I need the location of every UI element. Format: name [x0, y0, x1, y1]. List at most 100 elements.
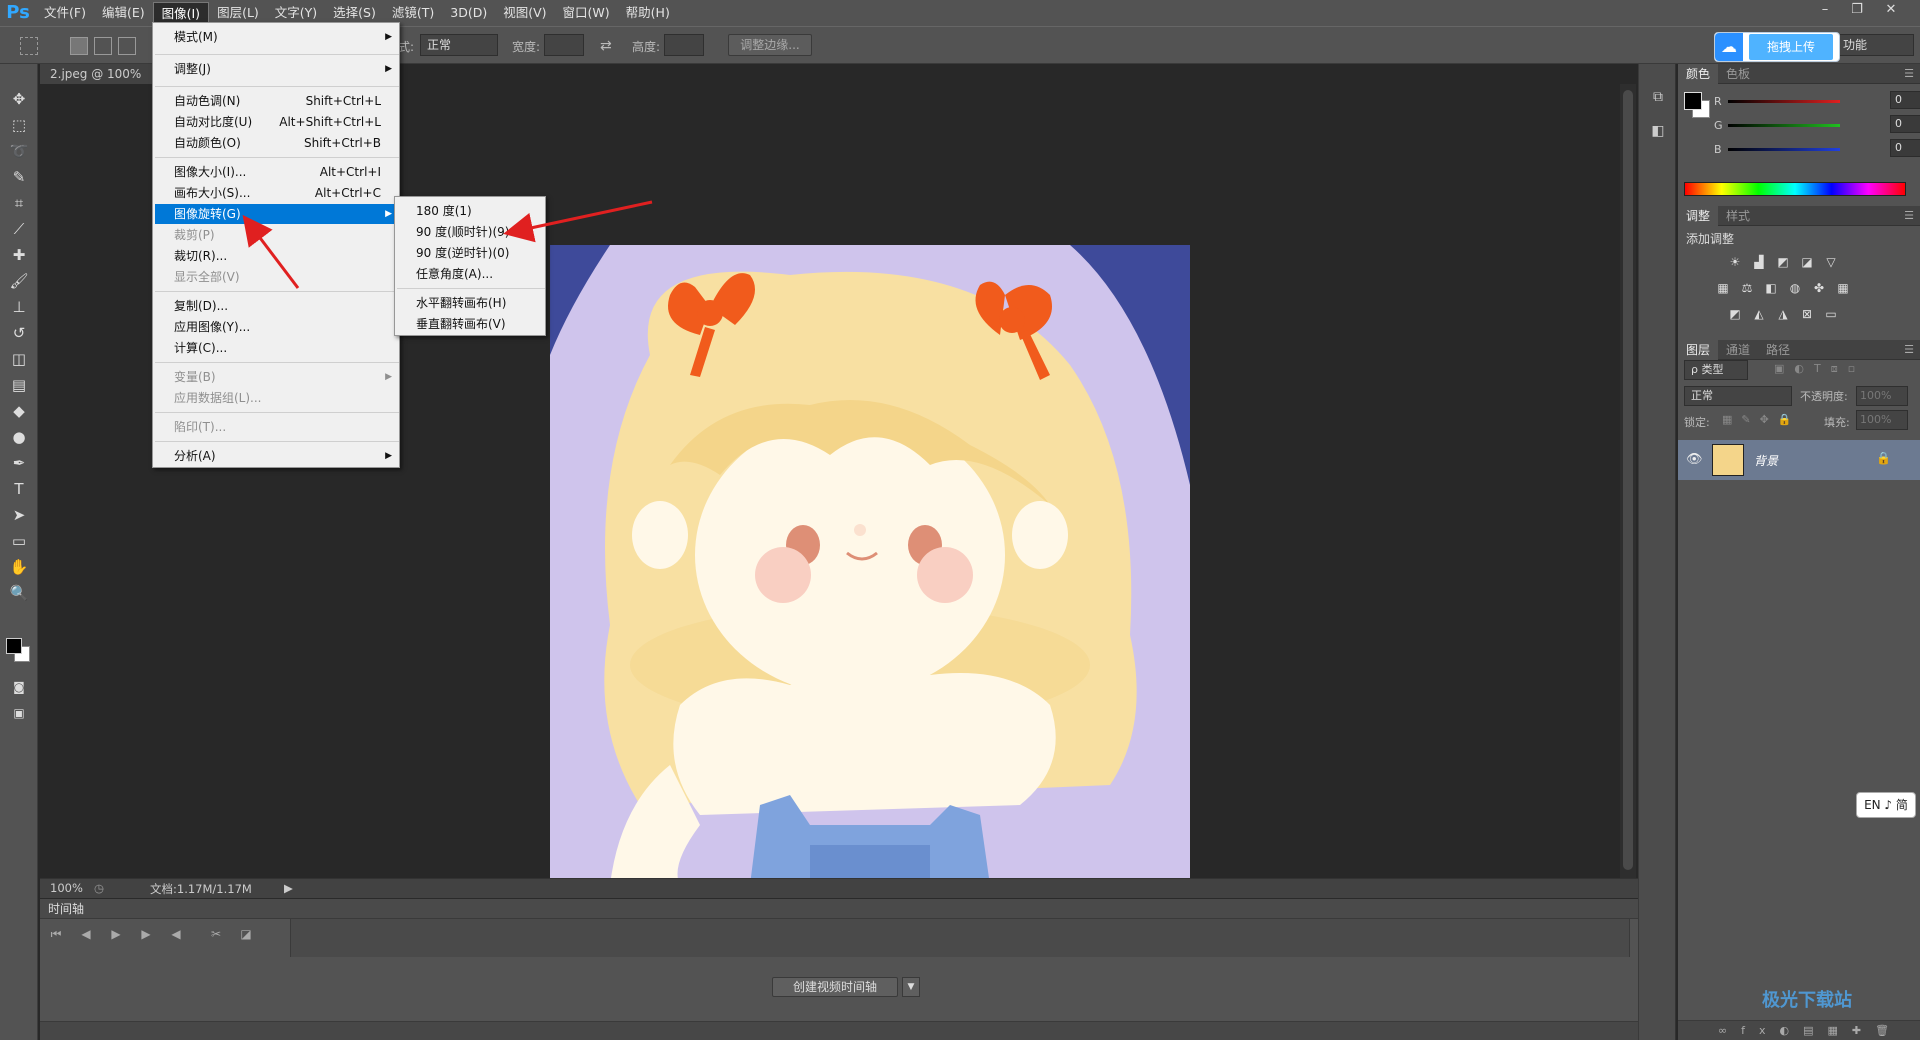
posterize-icon[interactable]: ◭	[1750, 306, 1768, 322]
visibility-eye-icon[interactable]: 👁	[1686, 452, 1703, 467]
refine-edge-button[interactable]: 调整边缘...	[728, 34, 812, 56]
layer-name[interactable]: 背景	[1754, 452, 1778, 469]
image-menu-item[interactable]: 计算(C)...	[155, 338, 399, 358]
red-track[interactable]	[1728, 99, 1840, 103]
split-icon[interactable]: ✂	[206, 925, 226, 943]
layer-filter-icons[interactable]: ▣◐T⧈▫	[1774, 362, 1865, 376]
blend-mode-select[interactable]: 正常	[1684, 386, 1792, 406]
tab-adjustments[interactable]: 调整	[1678, 206, 1719, 226]
menu-filter[interactable]: 滤镜(T)	[384, 2, 442, 24]
menu-select[interactable]: 选择(S)	[325, 2, 384, 24]
crop-tool-icon[interactable]: ⌗	[7, 192, 31, 214]
dodge-tool-icon[interactable]: ●	[7, 426, 31, 448]
eraser-tool-icon[interactable]: ◫	[7, 348, 31, 370]
rotate-menu-item[interactable]: 垂直翻转画布(V)	[397, 314, 545, 334]
screen-mode-icon[interactable]: ▣	[7, 702, 31, 724]
brush-tool-icon[interactable]: 🖌	[7, 270, 31, 292]
swap-icon[interactable]: ⇄	[600, 38, 612, 54]
width-input[interactable]	[544, 34, 584, 56]
menu-file[interactable]: 文件(F)	[36, 2, 94, 24]
gradient-map-icon[interactable]: ▭	[1822, 306, 1840, 322]
history-panel-icon[interactable]: ⧉	[1647, 86, 1669, 108]
image-menu-item[interactable]: 自动颜色(O) Shift+Ctrl+B	[155, 133, 399, 153]
clone-stamp-tool-icon[interactable]: ⊥	[7, 296, 31, 318]
minimize-button[interactable]: –	[1812, 0, 1838, 20]
quick-mask-icon[interactable]: ◙	[7, 676, 31, 698]
hand-tool-icon[interactable]: ✋	[7, 556, 31, 578]
path-select-tool-icon[interactable]: ➤	[7, 504, 31, 526]
rotate-menu-item[interactable]: 任意角度(A)...	[397, 264, 545, 284]
pen-tool-icon[interactable]: ✒	[7, 452, 31, 474]
image-menu-item[interactable]: 图像大小(I)... Alt+Ctrl+I	[155, 162, 399, 182]
channel-mixer-icon[interactable]: ✤	[1810, 280, 1828, 296]
subtract-selection-icon[interactable]	[118, 37, 136, 55]
properties-panel-icon[interactable]: ◧	[1647, 120, 1669, 142]
create-video-timeline-button[interactable]: 创建视频时间轴	[772, 977, 898, 997]
image-menu-item[interactable]: 自动色调(N) Shift+Ctrl+L	[155, 91, 399, 111]
audio-icon[interactable]: ◀	[166, 925, 186, 943]
invert-icon[interactable]: ◩	[1726, 306, 1744, 322]
image-menu-item[interactable]: 复制(D)...	[155, 296, 399, 316]
zoom-level[interactable]: 100%	[50, 881, 83, 895]
tab-styles[interactable]: 样式	[1718, 206, 1758, 226]
marquee-tool-icon[interactable]: ⬚	[7, 114, 31, 136]
adjust-panel-menu-icon[interactable]: ☰	[1904, 206, 1914, 226]
zoom-tool-icon[interactable]: 🔍	[7, 582, 31, 604]
menu-3d[interactable]: 3D(D)	[442, 2, 495, 24]
rotate-menu-item[interactable]: 180 度(1)	[397, 201, 545, 221]
close-button[interactable]: ✕	[1878, 0, 1904, 20]
canvas-scrollbar[interactable]	[1620, 84, 1636, 878]
rectangle-tool-icon[interactable]: ▭	[7, 530, 31, 552]
color-panel-foreground-swatch[interactable]	[1684, 92, 1702, 110]
gradient-tool-icon[interactable]: ▤	[7, 374, 31, 396]
foreground-color-swatch[interactable]	[6, 638, 22, 654]
color-panel-menu-icon[interactable]: ☰	[1904, 64, 1914, 84]
move-tool-icon[interactable]: ✥	[7, 88, 31, 110]
photo-filter-icon[interactable]: ◍	[1786, 280, 1804, 296]
canvas-scrollbar-thumb[interactable]	[1623, 90, 1633, 870]
blue-value[interactable]: 0	[1890, 139, 1920, 157]
upload-button[interactable]: 拖拽上传	[1749, 34, 1833, 60]
color-lookup-icon[interactable]: ▦	[1834, 280, 1852, 296]
image-menu-item[interactable]: 模式(M) ▶	[155, 27, 399, 47]
quick-select-tool-icon[interactable]: ✎	[7, 166, 31, 188]
height-input[interactable]	[664, 34, 704, 56]
tab-swatches[interactable]: 色板	[1718, 64, 1758, 84]
tab-layers[interactable]: 图层	[1678, 340, 1719, 360]
fill-input[interactable]: 100%	[1856, 410, 1908, 430]
eyedropper-tool-icon[interactable]: ⟋	[7, 218, 31, 240]
menu-type[interactable]: 文字(Y)	[267, 2, 325, 24]
menu-layer[interactable]: 图层(L)	[209, 2, 267, 24]
status-menu-arrow-icon[interactable]: ▶	[284, 881, 293, 895]
history-brush-tool-icon[interactable]: ↺	[7, 322, 31, 344]
color-spectrum-bar[interactable]	[1684, 182, 1906, 196]
image-menu-item[interactable]: 应用图像(Y)...	[155, 317, 399, 337]
restore-button[interactable]: ❐	[1844, 0, 1870, 20]
curves-icon[interactable]: ◩	[1774, 254, 1792, 270]
new-selection-icon[interactable]	[70, 37, 88, 55]
image-menu-item[interactable]: 图像旋转(G) ▶	[155, 204, 399, 224]
workspace-select[interactable]: 功能	[1836, 34, 1914, 56]
menu-edit[interactable]: 编辑(E)	[94, 2, 153, 24]
green-slider[interactable]: G 0	[1714, 115, 1920, 134]
blur-tool-icon[interactable]: ◆	[7, 400, 31, 422]
brightness-icon[interactable]: ☀	[1726, 254, 1744, 270]
lock-icons[interactable]: ▦✎✥🔒	[1722, 413, 1801, 426]
healing-brush-tool-icon[interactable]: ✚	[7, 244, 31, 266]
rotate-menu-item[interactable]: 水平翻转画布(H)	[397, 293, 545, 313]
style-select[interactable]: 正常	[420, 34, 498, 56]
tab-color[interactable]: 颜色	[1678, 64, 1719, 84]
layers-panel-menu-icon[interactable]: ☰	[1904, 340, 1914, 360]
layer-row-background[interactable]: 👁 背景 🔒	[1678, 440, 1920, 480]
green-value[interactable]: 0	[1890, 115, 1920, 133]
prev-frame-icon[interactable]: ◀	[76, 925, 96, 943]
next-frame-icon[interactable]: ▶	[136, 925, 156, 943]
vibrance-icon[interactable]: ▽	[1822, 254, 1840, 270]
marquee-tool-preset-icon[interactable]	[20, 37, 38, 55]
menu-help[interactable]: 帮助(H)	[618, 2, 678, 24]
image-menu-item[interactable]: 自动对比度(U) Alt+Shift+Ctrl+L	[155, 112, 399, 132]
exposure-icon[interactable]: ◪	[1798, 254, 1816, 270]
threshold-icon[interactable]: ◮	[1774, 306, 1792, 322]
opacity-input[interactable]: 100%	[1856, 386, 1908, 406]
rotate-menu-item[interactable]: 90 度(顺时针)(9)	[397, 222, 545, 242]
